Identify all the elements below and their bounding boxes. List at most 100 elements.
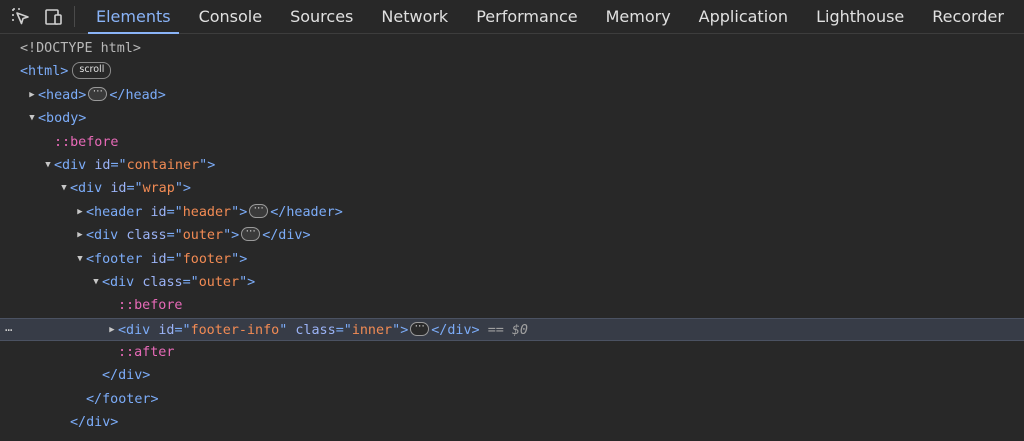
attr-quote: " [392,322,401,338]
attr-name: id [94,157,111,173]
attr-name: class [126,228,167,244]
attr-value: outer [198,274,240,290]
attr-value: footer-info [190,322,280,338]
tree-row-footer-info-selected[interactable]: ⋯ ▶ <div id="footer-info" class="inner"> ⋯… [0,317,1024,342]
tree-row-html[interactable]: <html> scroll [0,60,1024,83]
tag-close-bracket: > [239,251,248,267]
tree-row-doctype[interactable]: <!DOCTYPE html> [0,34,1024,60]
html-tag: <html> [20,64,69,80]
inspect-element-icon[interactable] [8,0,34,33]
dom-tree: <!DOCTYPE html> <html> scroll ▶ <head> ⋯ </h… [0,34,1024,441]
tag-close-bracket: > [400,322,409,338]
scroll-badge[interactable]: scroll [72,61,112,79]
tag-close-bracket: > [247,274,256,290]
selected-node-indicator: == $0 [487,322,528,338]
head-close-tag: </head> [109,87,166,103]
attr-quote: " [174,181,183,197]
tab-console[interactable]: Console [185,0,277,33]
attr-quote: " [231,204,240,220]
tree-row-outer-before[interactable]: ::before [0,294,1024,317]
pseudo-before: ::before [118,298,183,314]
div-close-tag: </div> [70,415,119,431]
tab-application[interactable]: Application [685,0,802,33]
tab-recorder[interactable]: Recorder [918,0,1018,33]
attr-quote: " [279,322,288,338]
attr-value: header [182,204,232,220]
footer-close-tag: </footer> [86,391,159,407]
collapsed-ellipsis-icon[interactable]: ⋯ [249,203,269,218]
tree-row-body[interactable]: ▼ <body> [0,107,1024,130]
tag-close-bracket: > [207,157,216,173]
attr-value: container [126,157,200,173]
more-options-icon[interactable]: ⋯ [5,319,12,342]
expand-arrow-icon[interactable]: ▶ [74,201,86,224]
tree-row-body-before[interactable]: ::before [0,131,1024,154]
tree-row-div-container[interactable]: ▼ <div id="container"> [0,154,1024,177]
tab-network[interactable]: Network [367,0,462,33]
collapse-arrow-icon[interactable]: ▼ [26,107,38,130]
body-open-tag: <body> [38,111,87,127]
div-open-tag: <div [86,228,119,244]
tree-row-div-outer[interactable]: ▶ <div class="outer"> ⋯ </div> [0,224,1024,247]
attr-quote: " [239,274,248,290]
attr-eq: =" [174,322,191,338]
attr-eq: =" [166,228,183,244]
tree-row-div-wrap[interactable]: ▼ <div id="wrap"> [0,177,1024,200]
header-close-tag: </header> [270,204,343,220]
collapse-arrow-icon[interactable]: ▼ [90,271,102,294]
attr-eq: =" [166,204,183,220]
tab-elements[interactable]: Elements [82,0,185,34]
collapsed-ellipsis-icon[interactable]: ⋯ [241,227,261,242]
attr-value: inner [351,322,393,338]
tab-lighthouse[interactable]: Lighthouse [802,0,918,33]
attr-name: id [110,181,127,197]
collapsed-ellipsis-icon[interactable]: ⋯ [88,86,108,101]
doctype-text: <!DOCTYPE html> [20,41,141,56]
attr-quote: " [199,157,208,173]
attr-name: class [295,322,336,338]
attr-name: id [150,251,167,267]
attr-name: id [150,204,167,220]
tree-row-footer-outer[interactable]: ▼ <div class="outer"> [0,271,1024,294]
collapsed-ellipsis-icon[interactable]: ⋯ [410,321,430,336]
tab-sources[interactable]: Sources [276,0,367,33]
tag-close-bracket: > [231,228,240,244]
attr-quote: " [223,228,232,244]
tree-row-head[interactable]: ▶ <head> ⋯ </head> [0,84,1024,107]
head-open-tag: <head> [38,87,87,103]
attr-eq: =" [166,251,183,267]
tab-performance[interactable]: Performance [462,0,591,33]
header-open-tag: <header [86,204,143,220]
div-open-tag: <div [118,322,151,338]
div-close-tag: </div> [102,368,151,384]
div-open-tag: <div [70,181,103,197]
tree-row-outer-close[interactable]: </div> [0,364,1024,387]
pseudo-before: ::before [54,134,119,150]
device-toolbar-icon[interactable] [40,0,66,33]
tree-row-header[interactable]: ▶ <header id="header"> ⋯ </header> [0,201,1024,224]
attr-eq: =" [126,181,143,197]
attr-value: footer [182,251,232,267]
attr-name: id [158,322,175,338]
tab-memory[interactable]: Memory [592,0,685,33]
tree-row-wrap-close[interactable]: </div> [0,411,1024,434]
collapse-arrow-icon[interactable]: ▼ [42,154,54,177]
div-open-tag: <div [102,274,135,290]
panel-tabs: Elements Console Sources Network Perform… [82,0,1018,34]
div-close-tag: </div> [262,228,311,244]
tree-row-footer-close[interactable]: </footer> [0,388,1024,411]
tree-row-footer[interactable]: ▼ <footer id="footer"> [0,248,1024,271]
tree-row-outer-after[interactable]: ::after [0,341,1024,364]
tag-close-bracket: > [239,204,248,220]
expand-arrow-icon[interactable]: ▶ [106,319,118,342]
expand-arrow-icon[interactable]: ▶ [26,84,38,107]
expand-arrow-icon[interactable]: ▶ [74,224,86,247]
pseudo-after: ::after [118,345,175,361]
attr-quote: " [231,251,240,267]
devtools-toolbar: Elements Console Sources Network Perform… [0,0,1024,34]
attr-eq: =" [182,274,199,290]
collapse-arrow-icon[interactable]: ▼ [58,177,70,200]
footer-open-tag: <footer [86,251,143,267]
collapse-arrow-icon[interactable]: ▼ [74,248,86,271]
attr-eq: =" [335,322,352,338]
